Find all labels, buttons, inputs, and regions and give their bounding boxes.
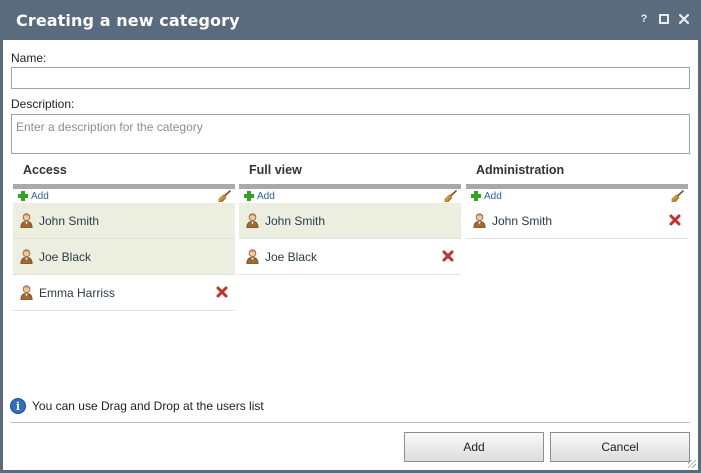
name-label: Name:: [11, 51, 47, 65]
dialog-title: Creating a new category: [16, 10, 240, 30]
dialog-titlebar[interactable]: Creating a new category ?: [3, 0, 698, 40]
panel-title: Full view: [249, 163, 302, 177]
add-label: Add: [257, 190, 275, 202]
resize-grip-icon[interactable]: [688, 460, 696, 468]
user-row[interactable]: John Smith: [13, 203, 235, 239]
broom-icon[interactable]: [218, 190, 231, 202]
cancel-button[interactable]: Cancel: [550, 432, 690, 462]
panel-2: Administration Add John Smith: [466, 156, 688, 239]
user-name: Emma Harriss: [39, 285, 116, 300]
user-icon: [20, 285, 33, 300]
user-row[interactable]: Joe Black: [13, 239, 235, 275]
drag-drop-hint: i You can use Drag and Drop at the users…: [10, 398, 264, 414]
add-user-button[interactable]: Add: [18, 191, 49, 202]
maximize-icon[interactable]: [658, 13, 670, 25]
user-name: John Smith: [39, 213, 100, 228]
help-icon[interactable]: ?: [638, 13, 650, 25]
user-icon: [473, 213, 486, 228]
panel-title: Administration: [476, 163, 565, 177]
user-icon: [246, 249, 259, 264]
user-name: John Smith: [265, 213, 326, 228]
remove-icon[interactable]: [669, 214, 681, 226]
name-field[interactable]: [11, 67, 690, 89]
dialog-body: Name: Description: Access Add John Smith Jo…: [3, 40, 698, 470]
add-label: Add: [31, 190, 49, 202]
window-controls: ?: [638, 13, 690, 25]
plus-icon: [244, 191, 254, 201]
footer-divider: [11, 422, 690, 423]
add-button[interactable]: Add: [404, 432, 544, 462]
panel-toolbar: Add: [466, 189, 688, 203]
panel-title: Access: [23, 163, 67, 177]
panel-toolbar: Add: [239, 189, 461, 203]
broom-icon[interactable]: [671, 190, 684, 202]
description-label: Description:: [11, 97, 75, 111]
category-dialog: Creating a new category ? Name: Descript…: [0, 0, 701, 473]
user-icon: [20, 213, 33, 228]
user-icon: [20, 249, 33, 264]
hint-text: You can use Drag and Drop at the users l…: [32, 399, 264, 413]
plus-icon: [18, 191, 28, 201]
user-row[interactable]: John Smith: [466, 203, 688, 239]
description-field[interactable]: [11, 114, 690, 154]
user-row[interactable]: Joe Black: [239, 239, 461, 275]
add-user-button[interactable]: Add: [244, 191, 275, 202]
user-name: Joe Black: [39, 249, 92, 264]
remove-icon[interactable]: [216, 286, 228, 298]
info-icon: i: [10, 398, 26, 414]
add-label: Add: [484, 190, 502, 202]
user-icon: [246, 213, 259, 228]
user-name: Joe Black: [265, 249, 318, 264]
panel-0: Access Add John Smith Joe Black Emma Harriss: [13, 156, 235, 311]
user-name: John Smith: [492, 213, 553, 228]
panel-toolbar: Add: [13, 189, 235, 203]
user-row[interactable]: John Smith: [239, 203, 461, 239]
broom-icon[interactable]: [444, 190, 457, 202]
plus-icon: [471, 191, 481, 201]
close-icon[interactable]: [678, 13, 690, 25]
remove-icon[interactable]: [442, 250, 454, 262]
panel-1: Full view Add John Smith Joe Black: [239, 156, 461, 275]
user-row[interactable]: Emma Harriss: [13, 275, 235, 311]
add-user-button[interactable]: Add: [471, 191, 502, 202]
